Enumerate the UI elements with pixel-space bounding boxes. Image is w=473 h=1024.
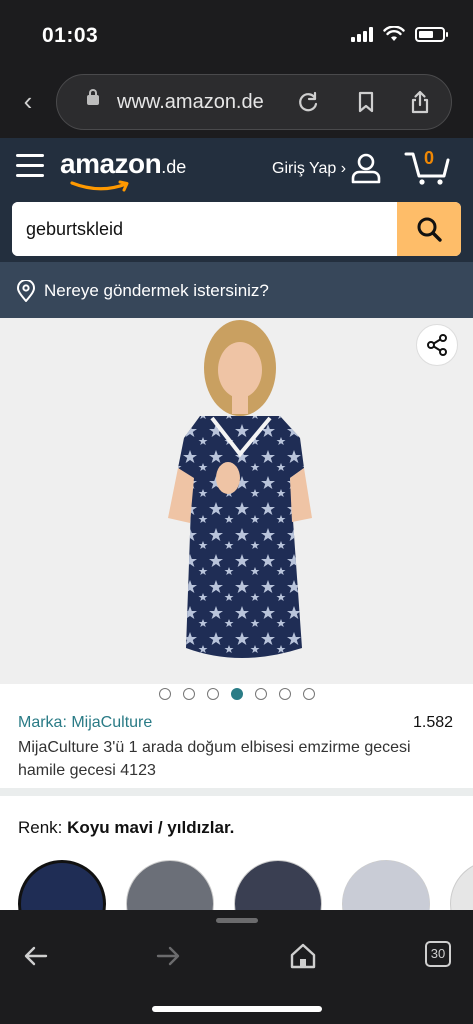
menu-icon[interactable] [16, 154, 44, 178]
share-network-icon [427, 334, 447, 356]
rating-count[interactable]: 1.582 [413, 714, 453, 732]
color-label-key: Renk: [18, 818, 63, 837]
delivery-location-bar[interactable]: Nereye göndermek istersiniz? [0, 262, 473, 318]
brand-link[interactable]: Marka: MijaCulture [18, 714, 152, 732]
product-section: ★★★★★ Marka: [0, 318, 473, 916]
search-bar [12, 202, 461, 256]
carousel-dot[interactable] [206, 688, 219, 700]
delivery-text: Nereye göndermek istersiniz? [44, 281, 269, 300]
status-icons [351, 26, 448, 42]
color-swatch-5[interactable] [450, 860, 473, 916]
share-icon[interactable] [407, 89, 433, 115]
browser-back-button[interactable]: ‹ [14, 86, 42, 116]
sign-in-link[interactable]: Giriş Yap › [272, 160, 346, 178]
cart-count: 0 [424, 148, 435, 168]
share-product-button[interactable] [416, 324, 458, 366]
color-swatch-2[interactable] [126, 860, 214, 916]
carousel-dot[interactable] [182, 688, 195, 700]
section-divider [0, 788, 473, 796]
color-swatch-3[interactable] [234, 860, 322, 916]
cellular-signal-icon [351, 26, 373, 42]
toolbar-grabber[interactable] [216, 918, 258, 923]
carousel-dot[interactable] [230, 688, 243, 700]
home-indicator [152, 1006, 322, 1012]
status-bar: 01:03 [0, 0, 473, 72]
logo-word: amazon [60, 148, 162, 179]
location-pin-icon [17, 280, 35, 302]
product-image[interactable]: ★★★★★ [0, 318, 473, 684]
home-icon[interactable] [285, 938, 321, 974]
smile-arrow-icon [70, 180, 129, 192]
tabs-button[interactable]: 30 [425, 941, 461, 977]
wifi-icon [383, 26, 405, 41]
browser-toolbar: 30 [0, 910, 473, 1024]
url-text: www.amazon.de [117, 91, 264, 113]
logo-tld: .de [161, 157, 187, 177]
carousel-dot[interactable] [158, 688, 171, 700]
battery-icon [415, 26, 448, 42]
image-carousel-dots [0, 688, 473, 700]
color-label-value: Koyu mavi / yıldızlar. [67, 818, 235, 837]
carousel-dot[interactable] [254, 688, 267, 700]
carousel-dot[interactable] [302, 688, 315, 700]
color-swatches [0, 856, 473, 916]
status-time: 01:03 [42, 24, 99, 47]
amazon-header: amazon.de Giriş Yap › 0 [0, 138, 473, 262]
tabs-count: 30 [425, 941, 451, 967]
product-photo: ★★★★★ [168, 320, 312, 658]
forward-arrow-icon[interactable] [150, 938, 186, 974]
color-swatch-dark-blue-stars[interactable] [18, 860, 106, 916]
back-arrow-icon[interactable] [18, 938, 54, 974]
search-icon [417, 217, 442, 242]
search-button[interactable] [397, 202, 461, 256]
address-bar[interactable]: www.amazon.de [56, 74, 452, 130]
product-title: MijaCulture 3'ü 1 arada doğum elbisesi e… [18, 739, 411, 779]
carousel-dot[interactable] [278, 688, 291, 700]
user-icon[interactable] [350, 152, 382, 184]
reload-icon[interactable] [295, 89, 321, 115]
bookmark-icon[interactable] [353, 89, 379, 115]
browser-bar: ‹ www.amazon.de [0, 72, 473, 138]
color-swatch-4[interactable] [342, 860, 430, 916]
lock-icon [87, 89, 99, 105]
color-selection-label: Renk: Koyu mavi / yıldızlar. [18, 818, 234, 838]
search-input[interactable] [12, 202, 397, 256]
amazon-logo[interactable]: amazon.de [60, 148, 187, 192]
